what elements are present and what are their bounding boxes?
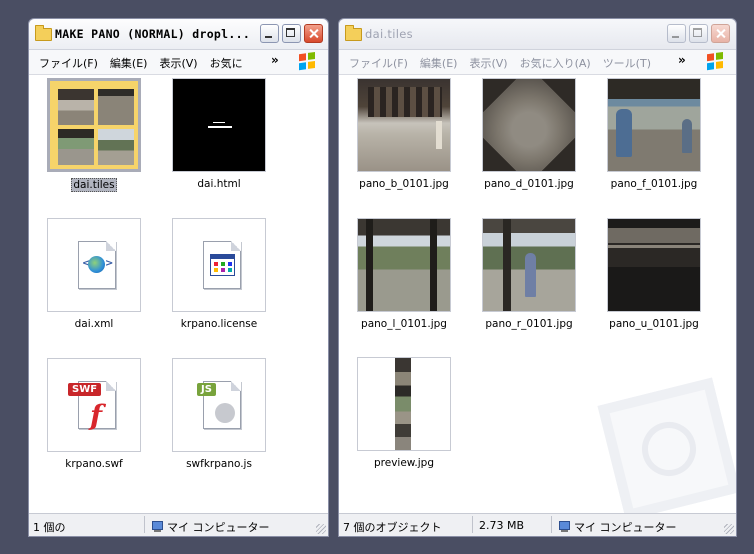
status-bar: 7 個のオブジェクト 2.73 MB マイ コンピューター [339, 513, 736, 536]
file-item-preview[interactable]: preview.jpg [349, 357, 459, 469]
file-label: pano_d_0101.jpg [484, 178, 574, 190]
file-item-pano-b[interactable]: pano_b_0101.jpg [349, 78, 459, 190]
file-label: preview.jpg [373, 457, 434, 469]
status-location: マイ コンピューター [558, 519, 677, 535]
menu-file[interactable]: ファイル(F) [39, 55, 98, 71]
my-computer-icon [151, 521, 163, 532]
file-label: krpano.license [180, 318, 258, 330]
file-label: dai.html [197, 178, 241, 190]
windows-logo-icon [707, 51, 724, 71]
image-thumbnail [607, 218, 701, 312]
file-item-swfkrpano-js[interactable]: JS swfkrpano.js [164, 358, 274, 470]
file-label: dai.xml [74, 318, 114, 330]
file-label: krpano.swf [65, 458, 123, 470]
menu-bar: ファイル(F) 編集(E) 表示(V) お気に » [29, 50, 328, 75]
xml-file-icon: < > [47, 218, 141, 312]
close-button[interactable] [711, 24, 730, 43]
menu-view[interactable]: 表示(V) [159, 55, 197, 71]
file-label: swfkrpano.js [186, 458, 252, 470]
menu-edit[interactable]: 編集(E) [110, 55, 148, 71]
menu-edit[interactable]: 編集(E) [420, 55, 458, 71]
file-label: dai.tiles [71, 178, 117, 192]
image-thumbnail [482, 78, 576, 172]
menu-view[interactable]: 表示(V) [469, 55, 507, 71]
swf-file-icon: SWF f [47, 358, 141, 452]
file-item-dai-xml[interactable]: < > dai.xml [39, 218, 149, 330]
menu-bar: ファイル(F) 編集(E) 表示(V) お気に入り(A) ツール(T) » [339, 50, 736, 75]
license-file-icon [172, 218, 266, 312]
file-view[interactable]: dai.tiles dai.html < > dai.xml krpano.lic… [29, 75, 328, 514]
status-bar: 1 個の マイ コンピューター [29, 513, 328, 536]
status-location: マイ コンピューター [151, 519, 270, 535]
resize-grip[interactable] [316, 524, 326, 534]
status-object-count: 1 個の [33, 521, 66, 534]
window-make-pano[interactable]: MAKE PANO (NORMAL) dropl... ファイル(F) 編集(E… [28, 18, 329, 537]
file-label: pano_b_0101.jpg [359, 178, 449, 190]
file-item-pano-u[interactable]: pano_u_0101.jpg [599, 218, 709, 330]
file-item-pano-r[interactable]: pano_r_0101.jpg [474, 218, 584, 330]
menu-favorites[interactable]: お気に [210, 55, 243, 71]
minimize-button[interactable] [667, 24, 686, 43]
windows-logo-icon [299, 51, 316, 71]
minimize-button[interactable] [260, 24, 279, 43]
image-thumbnail [357, 218, 451, 312]
maximize-button[interactable] [689, 24, 708, 43]
image-thumbnail [482, 218, 576, 312]
image-thumbnail [357, 78, 451, 172]
folder-icon [35, 25, 52, 41]
folder-thumbnail-icon [47, 78, 141, 172]
resize-grip[interactable] [724, 524, 734, 534]
file-label: pano_l_0101.jpg [361, 318, 447, 330]
window-title: dai.tiles [365, 27, 413, 41]
file-label: pano_u_0101.jpg [609, 318, 699, 330]
file-view[interactable]: pano_b_0101.jpg pano_d_0101.jpg pano_f_0… [339, 75, 736, 514]
menu-favorites[interactable]: お気に入り(A) [520, 55, 591, 71]
maximize-button[interactable] [282, 24, 301, 43]
menu-file[interactable]: ファイル(F) [349, 55, 408, 71]
menu-tools[interactable]: ツール(T) [603, 55, 651, 71]
file-label: pano_f_0101.jpg [610, 178, 698, 190]
window-dai-tiles[interactable]: dai.tiles ファイル(F) 編集(E) 表示(V) お気に入り(A) ツ… [338, 18, 737, 537]
folder-icon [345, 25, 362, 41]
file-item-dai-html[interactable]: dai.html [164, 78, 274, 190]
file-item-pano-l[interactable]: pano_l_0101.jpg [349, 218, 459, 330]
js-file-icon: JS [172, 358, 266, 452]
chevron-more-icon[interactable]: » [678, 53, 686, 67]
file-item-dai-tiles[interactable]: dai.tiles [39, 78, 149, 192]
close-button[interactable] [304, 24, 323, 43]
chevron-more-icon[interactable]: » [271, 53, 279, 67]
status-object-count: 7 個のオブジェクト [343, 521, 442, 534]
title-bar[interactable]: dai.tiles [339, 19, 736, 50]
file-item-krpano-license[interactable]: krpano.license [164, 218, 274, 330]
folder-watermark-icon [597, 377, 736, 514]
file-label: pano_r_0101.jpg [485, 318, 573, 330]
my-computer-icon [558, 521, 570, 532]
html-preview-icon [172, 78, 266, 172]
status-size: 2.73 MB [479, 519, 525, 532]
file-item-krpano-swf[interactable]: SWF f krpano.swf [39, 358, 149, 470]
image-thumbnail [357, 357, 451, 451]
image-thumbnail [607, 78, 701, 172]
file-item-pano-d[interactable]: pano_d_0101.jpg [474, 78, 584, 190]
title-bar[interactable]: MAKE PANO (NORMAL) dropl... [29, 19, 328, 50]
window-title: MAKE PANO (NORMAL) dropl... [55, 27, 251, 41]
file-item-pano-f[interactable]: pano_f_0101.jpg [599, 78, 709, 190]
